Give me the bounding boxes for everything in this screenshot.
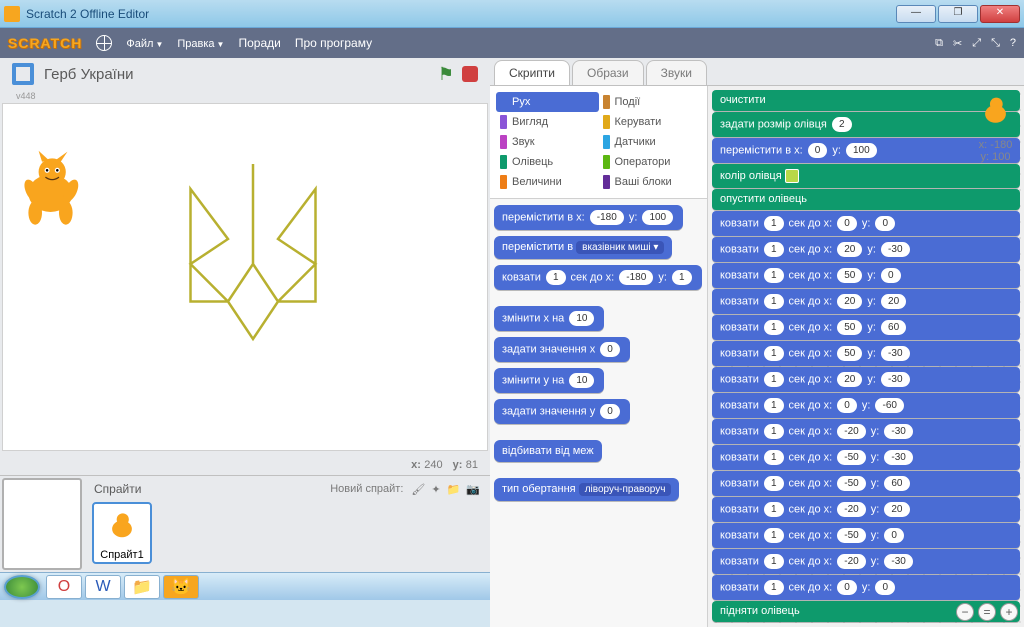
palette-block[interactable]: відбивати від меж bbox=[494, 440, 602, 462]
script-block[interactable]: ковзати 1 сек до x: 50 y: 0 bbox=[712, 263, 1020, 288]
minimize-button[interactable]: — bbox=[896, 5, 936, 23]
stage-coords: x: 240 y: 81 bbox=[0, 453, 490, 475]
script-block[interactable]: ковзати 1 сек до x: 0 y: 0 bbox=[712, 575, 1020, 600]
language-icon[interactable] bbox=[96, 35, 112, 51]
tab-sounds[interactable]: Звуки bbox=[646, 60, 707, 85]
menu-file[interactable]: Файл▼ bbox=[126, 36, 163, 50]
palette-block[interactable]: змінити y на 10 bbox=[494, 368, 604, 393]
taskbar-explorer-icon[interactable]: 📁 bbox=[124, 575, 160, 599]
script-block[interactable]: ковзати 1 сек до x: -50 y: -30 bbox=[712, 445, 1020, 470]
sprite-thumbnail[interactable]: Спрайт1 bbox=[92, 502, 152, 564]
taskbar-word-icon[interactable]: W bbox=[85, 575, 121, 599]
script-block[interactable]: ковзати 1 сек до x: 50 y: 60 bbox=[712, 315, 1020, 340]
delete-icon[interactable]: ✂ bbox=[953, 37, 962, 50]
script-block[interactable]: ковзати 1 сек до x: -20 y: -30 bbox=[712, 549, 1020, 574]
script-block[interactable]: ковзати 1 сек до x: -20 y: -30 bbox=[712, 419, 1020, 444]
block-palette: перемістити в x: -180 y: 100 перемістити … bbox=[490, 199, 707, 627]
help-icon[interactable]: ? bbox=[1010, 37, 1016, 50]
project-title: Герб України bbox=[44, 66, 438, 83]
sprite-cat[interactable] bbox=[8, 144, 93, 234]
category-Ваші блоки[interactable]: Ваші блоки bbox=[599, 172, 702, 192]
camera-sprite-icon[interactable]: 📷 bbox=[466, 483, 480, 496]
category-Події[interactable]: Події bbox=[599, 92, 702, 112]
category-Олівець[interactable]: Олівець bbox=[496, 152, 599, 172]
tab-scripts[interactable]: Скрипти bbox=[494, 60, 570, 85]
script-block[interactable]: колір олівця bbox=[712, 164, 1020, 188]
category-Звук[interactable]: Звук bbox=[496, 132, 599, 152]
palette-block[interactable]: ковзати 1 сек до x: -180 y: 1 bbox=[494, 265, 702, 290]
duplicate-icon[interactable]: ⧉ bbox=[935, 37, 943, 50]
tab-costumes[interactable]: Образи bbox=[572, 60, 644, 85]
sprites-title: Спрайти bbox=[94, 482, 141, 496]
green-flag-icon[interactable]: ⚑ bbox=[438, 64, 454, 85]
new-sprite-label: Новий спрайт: bbox=[330, 483, 403, 495]
close-button[interactable]: ✕ bbox=[980, 5, 1020, 23]
script-stack[interactable]: очиститизадати розмір олівця 2перемістит… bbox=[712, 90, 1020, 622]
script-block[interactable]: ковзати 1 сек до x: 0 y: -60 bbox=[712, 393, 1020, 418]
start-button[interactable] bbox=[4, 575, 40, 599]
script-block[interactable]: ковзати 1 сек до x: 20 y: -30 bbox=[712, 237, 1020, 262]
category-Рух[interactable]: Рух bbox=[496, 92, 599, 112]
palette-block[interactable]: перемістити в x: -180 y: 100 bbox=[494, 205, 683, 230]
category-Вигляд[interactable]: Вигляд bbox=[496, 112, 599, 132]
palette-block[interactable]: задати значення y 0 bbox=[494, 399, 630, 424]
scripts-canvas[interactable]: x: -180 y: 100 очиститизадати розмір олі… bbox=[708, 86, 1024, 627]
script-block[interactable]: ковзати 1 сек до x: 0 y: 0 bbox=[712, 211, 1020, 236]
menu-about[interactable]: Про програму bbox=[295, 36, 372, 50]
zoom-in-icon[interactable]: + bbox=[1000, 603, 1018, 621]
stage-thumbnail[interactable] bbox=[2, 478, 82, 570]
category-Керувати[interactable]: Керувати bbox=[599, 112, 702, 132]
taskbar-opera-icon[interactable]: O bbox=[46, 575, 82, 599]
menubar: SCRATCH Файл▼ Правка▼ Поради Про програм… bbox=[0, 28, 1024, 58]
upload-sprite-icon[interactable]: 📁 bbox=[447, 483, 461, 496]
script-block[interactable]: ковзати 1 сек до x: -50 y: 0 bbox=[712, 523, 1020, 548]
shrink-icon[interactable]: ⤡ bbox=[991, 37, 1000, 50]
palette-block[interactable]: задати значення x 0 bbox=[494, 337, 630, 362]
script-block[interactable]: ковзати 1 сек до x: 50 y: -30 bbox=[712, 341, 1020, 366]
app-icon bbox=[4, 6, 20, 22]
category-Оператори[interactable]: Оператори bbox=[599, 152, 702, 172]
grow-icon[interactable]: ⤢ bbox=[972, 37, 981, 50]
version-label: v448 bbox=[0, 91, 490, 101]
maximize-button[interactable]: ❐ bbox=[938, 5, 978, 23]
palette-block[interactable]: перемістити в вказівник миші ▾ bbox=[494, 236, 672, 259]
menu-tips[interactable]: Поради bbox=[238, 36, 280, 50]
category-Величини[interactable]: Величини bbox=[496, 172, 599, 192]
palette-block[interactable]: змінити x на 10 bbox=[494, 306, 604, 331]
zoom-reset-icon[interactable]: = bbox=[978, 603, 996, 621]
sprite-info: x: -180 y: 100 bbox=[973, 92, 1018, 163]
script-block[interactable]: ковзати 1 сек до x: 20 y: -30 bbox=[712, 367, 1020, 392]
script-block[interactable]: ковзати 1 сек до x: -50 y: 60 bbox=[712, 471, 1020, 496]
category-Датчики[interactable]: Датчики bbox=[599, 132, 702, 152]
script-block[interactable]: опустити олівець bbox=[712, 189, 1020, 210]
stage-area[interactable] bbox=[2, 103, 488, 451]
stop-icon[interactable] bbox=[462, 66, 478, 82]
paint-sprite-icon[interactable]: 🖌 bbox=[411, 483, 425, 496]
script-block[interactable]: ковзати 1 сек до x: 20 y: 20 bbox=[712, 289, 1020, 314]
scratch-logo: SCRATCH bbox=[8, 35, 82, 51]
library-sprite-icon[interactable]: ✦ bbox=[431, 483, 440, 496]
stage-drawing bbox=[143, 164, 363, 404]
titlebar: Scratch 2 Offline Editor — ❐ ✕ bbox=[0, 0, 1024, 28]
palette-block[interactable]: тип обертання ліворуч-праворуч bbox=[494, 478, 679, 501]
menu-edit[interactable]: Правка▼ bbox=[177, 36, 224, 50]
zoom-out-icon[interactable]: − bbox=[956, 603, 974, 621]
window-title: Scratch 2 Offline Editor bbox=[26, 7, 896, 21]
category-list: РухПодіїВиглядКеруватиЗвукДатчикиОлівець… bbox=[490, 86, 707, 199]
fullscreen-icon[interactable] bbox=[12, 63, 34, 85]
script-block[interactable]: ковзати 1 сек до x: -20 y: 20 bbox=[712, 497, 1020, 522]
taskbar-scratch-icon[interactable]: 🐱 bbox=[163, 575, 199, 599]
